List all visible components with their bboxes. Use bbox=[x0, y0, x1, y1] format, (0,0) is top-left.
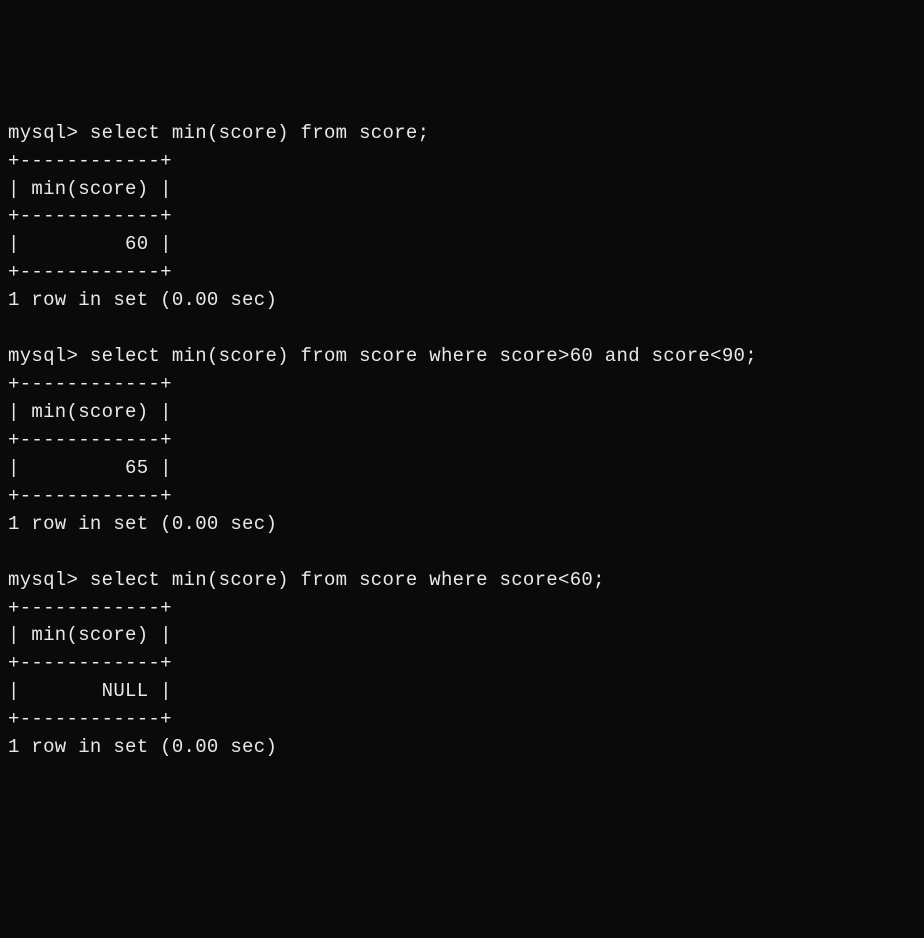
query-block-2: mysql> select min(score) from score wher… bbox=[8, 567, 916, 762]
sql-statement: select min(score) from score; bbox=[90, 122, 429, 144]
mysql-prompt: mysql> bbox=[8, 345, 90, 367]
table-header: | min(score) | bbox=[8, 401, 172, 423]
query-block-1: mysql> select min(score) from score wher… bbox=[8, 343, 916, 538]
result-footer: 1 row in set (0.00 sec) bbox=[8, 513, 277, 535]
table-border-top: +------------+ bbox=[8, 150, 172, 172]
table-border-top: +------------+ bbox=[8, 373, 172, 395]
table-border-mid: +------------+ bbox=[8, 652, 172, 674]
query-block-0: mysql> select min(score) from score; +--… bbox=[8, 120, 916, 315]
table-border-bottom: +------------+ bbox=[8, 261, 172, 283]
table-border-mid: +------------+ bbox=[8, 205, 172, 227]
mysql-prompt: mysql> bbox=[8, 122, 90, 144]
table-border-mid: +------------+ bbox=[8, 429, 172, 451]
result-footer: 1 row in set (0.00 sec) bbox=[8, 289, 277, 311]
table-row: | 60 | bbox=[8, 233, 172, 255]
table-border-top: +------------+ bbox=[8, 597, 172, 619]
table-border-bottom: +------------+ bbox=[8, 485, 172, 507]
sql-statement: select min(score) from score where score… bbox=[90, 345, 757, 367]
table-row: | 65 | bbox=[8, 457, 172, 479]
result-footer: 1 row in set (0.00 sec) bbox=[8, 736, 277, 758]
sql-statement: select min(score) from score where score… bbox=[90, 569, 605, 591]
table-border-bottom: +------------+ bbox=[8, 708, 172, 730]
mysql-prompt: mysql> bbox=[8, 569, 90, 591]
table-header: | min(score) | bbox=[8, 624, 172, 646]
table-header: | min(score) | bbox=[8, 178, 172, 200]
table-row: | NULL | bbox=[8, 680, 172, 702]
